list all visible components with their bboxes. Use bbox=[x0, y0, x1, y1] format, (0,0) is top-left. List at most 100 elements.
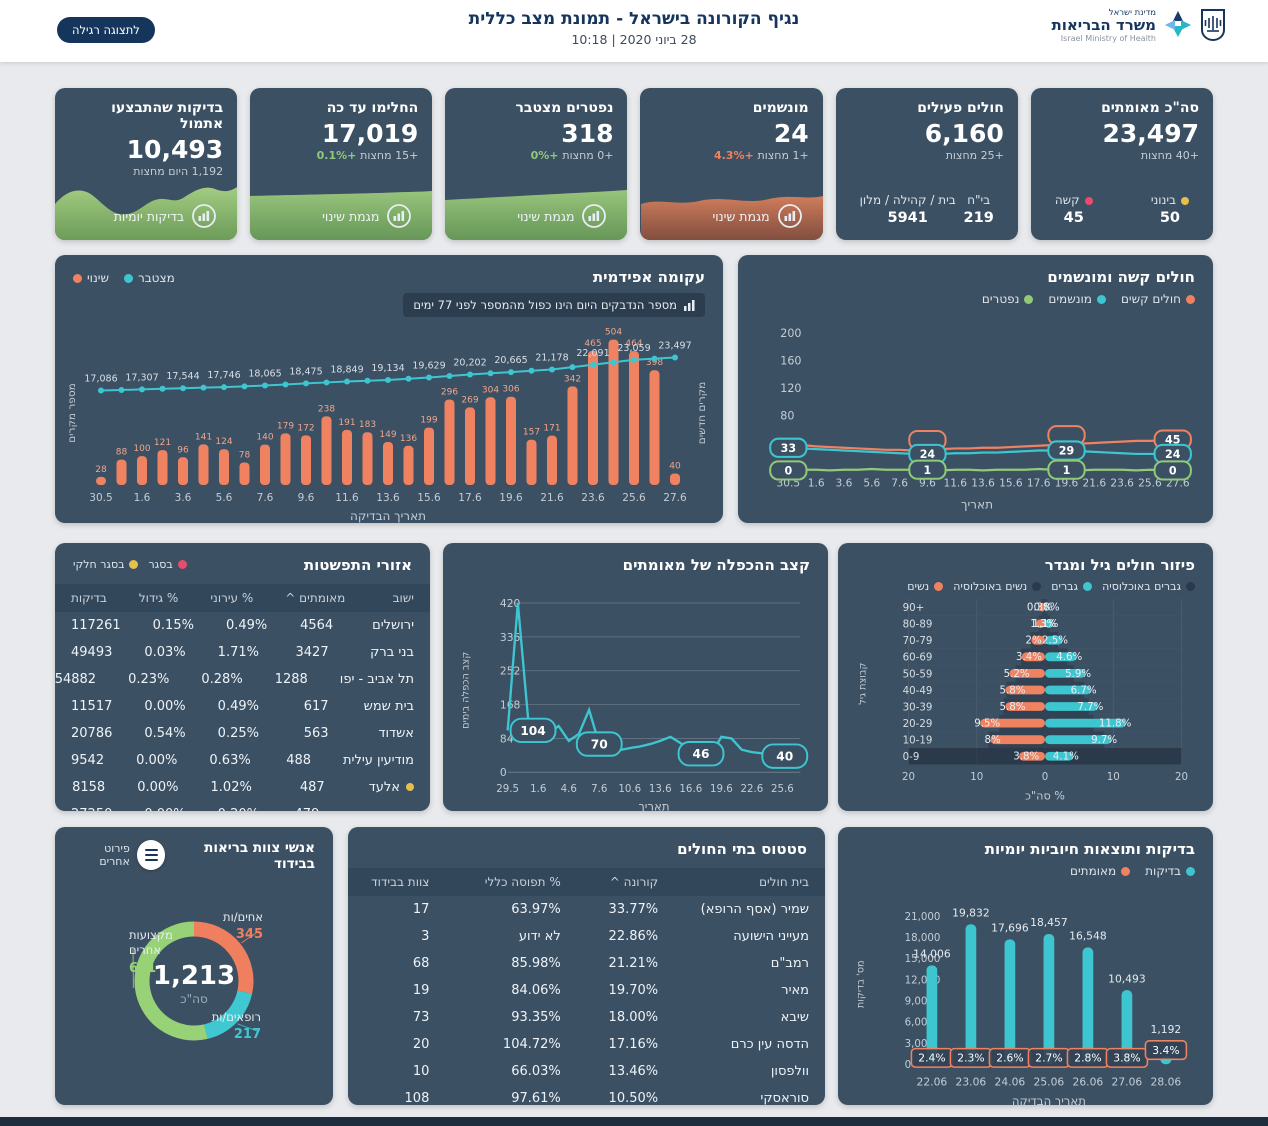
svg-text:7.6: 7.6 bbox=[257, 492, 274, 504]
svg-text:0: 0 bbox=[784, 464, 792, 477]
svg-text:7.7%: 7.7% bbox=[1077, 702, 1103, 713]
svg-text:13.6: 13.6 bbox=[376, 492, 400, 504]
column-header: % תפוסה כללי bbox=[484, 875, 561, 889]
svg-text:78: 78 bbox=[239, 451, 251, 461]
severe-legend-item-1[interactable]: מונשמים bbox=[1048, 292, 1106, 306]
donut-svg: אחים/ות345רופאים/ות217מקצועותאחרים6511,2… bbox=[129, 910, 263, 1042]
callout: 46 bbox=[677, 741, 725, 767]
kpi-delta: +1 מחצות +4.3% bbox=[713, 149, 809, 163]
epidemic-legend-item-0[interactable]: מצטבר bbox=[123, 271, 175, 285]
svg-text:11.6: 11.6 bbox=[335, 492, 359, 504]
table-cell: 73 bbox=[412, 1010, 430, 1025]
svg-text:269: 269 bbox=[461, 395, 478, 405]
legend-dot bbox=[1186, 866, 1195, 876]
severe-legend-item-0[interactable]: חולים קשים bbox=[1121, 292, 1195, 306]
table-cell: 0.00% bbox=[136, 753, 178, 768]
spread-legend-item-1[interactable]: בסגר חלקי bbox=[73, 558, 139, 571]
menu-icon[interactable] bbox=[136, 840, 166, 870]
epidemic-legend-item-1[interactable]: שינוי bbox=[73, 271, 109, 285]
table-cell: וולפסון bbox=[770, 1064, 809, 1079]
severe-legend: חולים קשים מונשמים נפטרים bbox=[738, 286, 1213, 306]
svg-text:5.6: 5.6 bbox=[863, 478, 880, 490]
footer-bar bbox=[0, 1117, 1268, 1126]
table-cell: 63.97% bbox=[511, 902, 561, 917]
svg-text:25.6: 25.6 bbox=[622, 492, 646, 504]
kpi-value: 17,019 bbox=[321, 119, 419, 149]
table-cell: 11517 bbox=[71, 699, 113, 714]
svg-text:10-19: 10-19 bbox=[903, 736, 933, 747]
legend-label: מאומתים bbox=[1070, 864, 1117, 878]
tests-legend-item-1[interactable]: מאומתים bbox=[1070, 864, 1131, 878]
svg-text:14,006: 14,006 bbox=[913, 948, 951, 961]
kpi-stat: בינוני 50 bbox=[1151, 193, 1189, 226]
svg-text:160: 160 bbox=[780, 355, 801, 368]
severe-legend-item-2[interactable]: נפטרים bbox=[982, 292, 1034, 306]
column-header[interactable]: מאומתים ^ bbox=[269, 591, 361, 605]
svg-text:10,493: 10,493 bbox=[1108, 972, 1146, 985]
svg-text:רופאים/ות: רופאים/ות bbox=[212, 1010, 261, 1024]
legend-label: נפטרים bbox=[981, 292, 1020, 306]
svg-text:0: 0 bbox=[1169, 464, 1177, 477]
epidemic-bar bbox=[280, 433, 291, 485]
donut-center-value: 1,213 bbox=[153, 961, 235, 991]
table-cell: 85.98% bbox=[511, 956, 561, 971]
svg-text:17,696: 17,696 bbox=[991, 922, 1029, 935]
column-header[interactable]: קורונה ^ bbox=[577, 875, 674, 889]
svg-text:7.6: 7.6 bbox=[891, 478, 908, 490]
table-row: מעייני הישועה 22.86% לא ידוע 3 bbox=[348, 923, 825, 950]
svg-text:תאריך הבדיקה: תאריך הבדיקה bbox=[350, 509, 426, 523]
svg-text:18,475: 18,475 bbox=[289, 366, 322, 377]
svg-text:171: 171 bbox=[543, 424, 560, 434]
epidemic-bar bbox=[403, 445, 414, 485]
table-cell: 20 bbox=[412, 1037, 430, 1052]
svg-text:10.6: 10.6 bbox=[618, 783, 641, 795]
svg-text:23.06: 23.06 bbox=[956, 1076, 987, 1089]
svg-text:17,307: 17,307 bbox=[125, 372, 158, 383]
column-header: ישוב bbox=[392, 591, 414, 605]
svg-text:8%: 8% bbox=[985, 735, 1002, 746]
svg-text:5.6: 5.6 bbox=[216, 492, 233, 504]
hospitals-table: בית חולים קורונה ^ % תפוסה כללי צוות בבידוד… bbox=[348, 868, 825, 1105]
kpi-card-deaths-cum: נפטרים מצטבר 318 +0 מחצות +0% מגמת שינוי bbox=[445, 88, 628, 240]
spread-legend-item-0[interactable]: בסגר bbox=[148, 558, 187, 571]
svg-text:17.6: 17.6 bbox=[1027, 478, 1051, 490]
table-cell: 8158 bbox=[72, 780, 106, 795]
table-cell: ירושלים bbox=[372, 618, 414, 633]
svg-text:191: 191 bbox=[338, 418, 355, 428]
table-cell: 49493 bbox=[71, 645, 113, 660]
svg-text:9.7%: 9.7% bbox=[1091, 735, 1117, 746]
svg-text:7.6: 7.6 bbox=[591, 783, 607, 795]
table-row: בני ברק 3427 1.71% 0.03% 49493 bbox=[55, 639, 430, 666]
svg-text:תאריך: תאריך bbox=[961, 498, 993, 512]
pyramid-chart: קבוצת גיל 0.8% 0.3% +90 1.3% 1.1% 80-89 2% 2.5% 7… bbox=[850, 591, 1201, 811]
svg-text:50-59: 50-59 bbox=[903, 669, 933, 680]
svg-text:10: 10 bbox=[970, 772, 983, 783]
callout: 33 bbox=[769, 437, 808, 458]
svg-text:2.4%: 2.4% bbox=[918, 1052, 945, 1065]
epidemic-bar bbox=[485, 397, 496, 485]
svg-text:96: 96 bbox=[177, 445, 189, 455]
epidemic-bar bbox=[526, 439, 537, 485]
tests-bar bbox=[965, 924, 977, 1065]
kpi-card-recovered: החלימו עד כה 17,019 +15 מחצות +0.1% מגמת שי… bbox=[250, 88, 433, 240]
epidemic-bar bbox=[649, 370, 660, 485]
tests-bar bbox=[1043, 933, 1055, 1065]
tests-legend-item-0[interactable]: בדיקות bbox=[1145, 864, 1195, 878]
legend-label: מונשמים bbox=[1048, 292, 1092, 306]
logo-text: מדינת ישראל משרד הבריאות Israel Ministry… bbox=[1051, 8, 1156, 43]
epidemic-bar bbox=[547, 435, 557, 485]
line-series-0 bbox=[788, 438, 1178, 452]
kpi-value: 23,497 bbox=[1102, 119, 1199, 149]
table-cell: 0.63% bbox=[209, 753, 251, 768]
callout: 24 bbox=[1153, 443, 1192, 465]
moh-star-icon bbox=[1165, 11, 1191, 38]
trend-row: מגמת שינוי bbox=[712, 203, 802, 229]
legend-dot bbox=[1032, 582, 1042, 591]
kpi-value: 6,160 bbox=[924, 119, 1004, 149]
legend-dot bbox=[1186, 294, 1195, 304]
table-cell: רמב"ם bbox=[770, 956, 809, 971]
table-cell: 1.71% bbox=[217, 645, 259, 660]
header-bar: לתצוגה רגילה נגיף הקורונה בישראל - תמונת… bbox=[0, 0, 1268, 62]
age-gender-panel: פיזור חולים גיל ומגדר גברים באוכלוסיה גבר… bbox=[838, 543, 1213, 811]
severe-chart-svg: 8012016020030.5 1.6 3.6 5.6 7.6 9.6 11.6 13.6 15… bbox=[769, 327, 1192, 512]
